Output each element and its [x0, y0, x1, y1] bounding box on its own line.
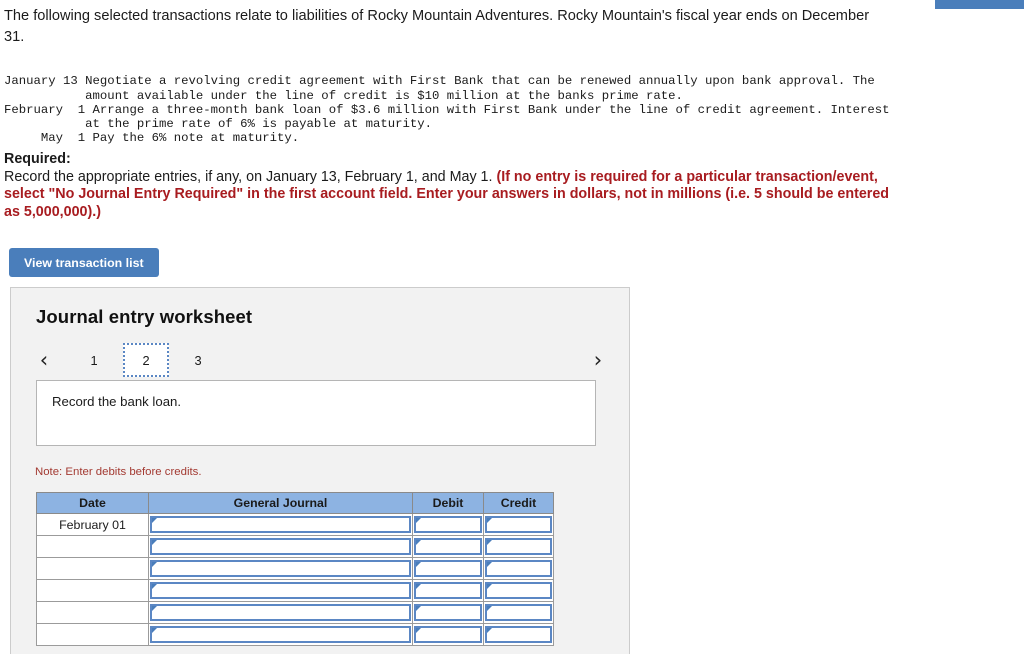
- table-row: [36, 535, 554, 558]
- debit-input[interactable]: [412, 601, 484, 624]
- page-tab-1[interactable]: 1: [71, 343, 117, 377]
- column-header-general-journal: General Journal: [148, 492, 413, 514]
- debit-input[interactable]: [412, 623, 484, 646]
- column-header-credit: Credit: [483, 492, 554, 514]
- view-transaction-list-button[interactable]: View transaction list: [9, 248, 159, 277]
- account-dropdown-icon[interactable]: [150, 560, 411, 577]
- date-cell[interactable]: [36, 557, 149, 580]
- table-row: February 01: [36, 513, 554, 536]
- date-cell[interactable]: [36, 623, 149, 646]
- debit-input[interactable]: [412, 557, 484, 580]
- table-row: [36, 579, 554, 602]
- general-journal-select[interactable]: [148, 557, 413, 580]
- required-label: Required:: [4, 151, 71, 167]
- account-dropdown-icon[interactable]: [150, 626, 411, 643]
- debit-input[interactable]: [412, 535, 484, 558]
- debit-dropdown-icon[interactable]: [414, 582, 482, 599]
- column-header-date: Date: [36, 492, 149, 514]
- chevron-left-icon[interactable]: ‹: [33, 343, 55, 377]
- debit-dropdown-icon[interactable]: [414, 604, 482, 621]
- debits-before-credits-note: Note: Enter debits before credits.: [35, 466, 202, 478]
- date-cell[interactable]: [36, 601, 149, 624]
- worksheet-prompt-box: Record the bank loan.: [36, 380, 596, 446]
- general-journal-select[interactable]: [148, 535, 413, 558]
- table-row: [36, 557, 554, 580]
- worksheet-pager: ‹ 1 2 3 ›: [33, 343, 609, 377]
- credit-dropdown-icon[interactable]: [485, 604, 552, 621]
- credit-input[interactable]: [483, 535, 554, 558]
- credit-dropdown-icon[interactable]: [485, 582, 552, 599]
- required-body-text: Record the appropriate entries, if any, …: [4, 168, 497, 185]
- general-journal-select[interactable]: [148, 513, 413, 536]
- chevron-right-icon[interactable]: ›: [587, 343, 609, 377]
- date-cell[interactable]: February 01: [36, 513, 149, 536]
- general-journal-select[interactable]: [148, 601, 413, 624]
- credit-input[interactable]: [483, 623, 554, 646]
- journal-entry-worksheet-panel: Journal entry worksheet ‹ 1 2 3 › Record…: [10, 287, 630, 654]
- intro-paragraph: The following selected transactions rela…: [4, 8, 870, 45]
- debit-dropdown-icon[interactable]: [414, 560, 482, 577]
- credit-dropdown-icon[interactable]: [485, 560, 552, 577]
- debit-input[interactable]: [412, 513, 484, 536]
- page-tab-2[interactable]: 2: [123, 343, 169, 377]
- credit-dropdown-icon[interactable]: [485, 538, 552, 555]
- date-cell[interactable]: [36, 579, 149, 602]
- transaction-list-text: January 13 Negotiate a revolving credit …: [4, 74, 890, 146]
- required-section: Required: Record the appropriate entries…: [4, 151, 894, 221]
- top-blue-bar-fragment: [935, 0, 1024, 9]
- debit-dropdown-icon[interactable]: [414, 516, 482, 533]
- worksheet-title: Journal entry worksheet: [36, 306, 253, 327]
- account-dropdown-icon[interactable]: [150, 582, 411, 599]
- journal-entry-table: Date General Journal Debit Credit Februa…: [36, 492, 554, 646]
- debit-dropdown-icon[interactable]: [414, 626, 482, 643]
- account-dropdown-icon[interactable]: [150, 516, 411, 533]
- general-journal-select[interactable]: [148, 579, 413, 602]
- date-cell[interactable]: [36, 535, 149, 558]
- column-header-debit: Debit: [412, 492, 484, 514]
- account-dropdown-icon[interactable]: [150, 538, 411, 555]
- credit-input[interactable]: [483, 601, 554, 624]
- page-tab-3[interactable]: 3: [175, 343, 221, 377]
- debit-input[interactable]: [412, 579, 484, 602]
- general-journal-select[interactable]: [148, 623, 413, 646]
- credit-input[interactable]: [483, 579, 554, 602]
- credit-input[interactable]: [483, 557, 554, 580]
- table-row: [36, 601, 554, 624]
- table-row: [36, 623, 554, 646]
- table-header-row: Date General Journal Debit Credit: [36, 492, 554, 514]
- account-dropdown-icon[interactable]: [150, 604, 411, 621]
- credit-input[interactable]: [483, 513, 554, 536]
- credit-dropdown-icon[interactable]: [485, 516, 552, 533]
- worksheet-prompt-text: Record the bank loan.: [52, 394, 182, 409]
- debit-dropdown-icon[interactable]: [414, 538, 482, 555]
- credit-dropdown-icon[interactable]: [485, 626, 552, 643]
